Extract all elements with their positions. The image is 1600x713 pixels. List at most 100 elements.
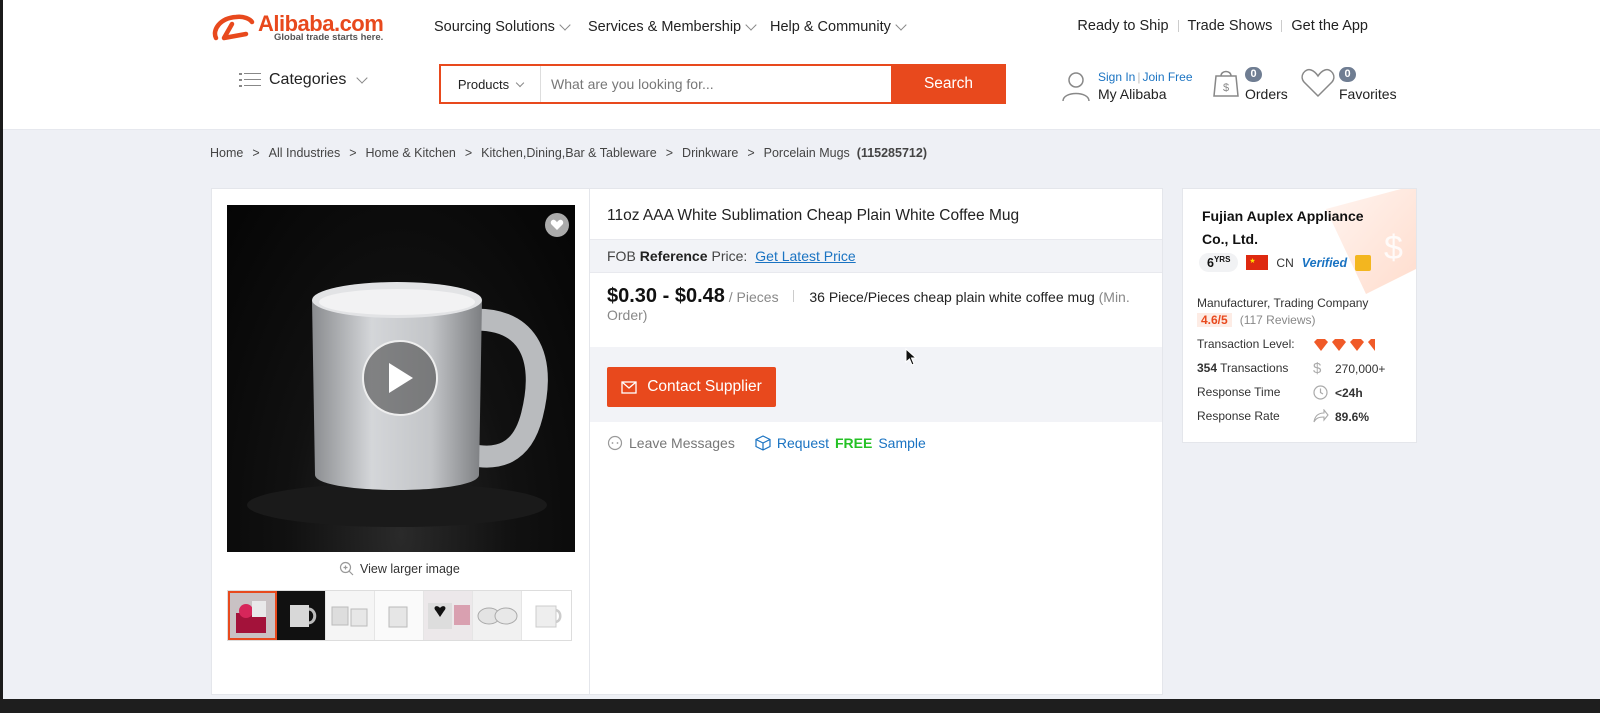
product-title: 11oz AAA White Sublimation Cheap Plain W…	[607, 207, 1020, 224]
response-rate-row: Response Rate 89.6%	[1197, 409, 1407, 427]
divider	[1281, 20, 1283, 32]
clock-icon	[1313, 385, 1328, 400]
site-header: Alibaba.com Global trade starts here. So…	[3, 0, 1600, 130]
thumbnail-2[interactable]	[277, 591, 326, 640]
mouse-cursor-icon	[905, 348, 917, 366]
sample-request-word: Request	[776, 435, 829, 451]
search-input[interactable]	[541, 66, 891, 102]
diamond-icons	[1314, 339, 1375, 351]
link-get-the-app[interactable]: Get the App	[1291, 18, 1368, 34]
alibaba-logo-icon	[212, 14, 255, 41]
transaction-level-diamonds	[1313, 338, 1379, 352]
transactions-count: 354	[1197, 361, 1218, 375]
nav-help-community[interactable]: Help & Community	[770, 18, 907, 35]
svg-text:$: $	[1223, 82, 1229, 94]
thumbnail-1[interactable]	[228, 591, 277, 640]
breadcrumb-separator: >	[665, 146, 674, 160]
chevron-down-icon	[745, 18, 757, 31]
get-latest-price-link[interactable]: Get Latest Price	[755, 248, 855, 264]
alibaba-logo[interactable]: Alibaba.com Global trade starts here.	[210, 10, 400, 44]
categories-label: Categories	[269, 71, 347, 88]
heart-icon	[1301, 68, 1335, 98]
categories-menu[interactable]: Categories	[239, 71, 369, 89]
link-trade-shows[interactable]: Trade Shows	[1188, 18, 1273, 34]
breadcrumb-item[interactable]: Home & Kitchen	[366, 146, 456, 160]
request-free-sample-link[interactable]: Request FREE Sample	[755, 435, 926, 451]
leave-messages-link[interactable]: Leave Messages	[607, 435, 735, 451]
product-card: View larger image 11oz AAA White Sublima…	[211, 188, 1163, 695]
transaction-level-label: Transaction Level:	[1197, 337, 1295, 351]
thumbnail-3[interactable]	[326, 591, 375, 640]
supplier-badges: 6YRS ★ CN Verified	[1199, 253, 1372, 273]
price-range: $0.30 - $0.48	[607, 285, 725, 307]
supplier-type: Manufacturer, Trading Company	[1197, 296, 1369, 310]
gold-supplier-icon[interactable]	[1355, 254, 1372, 271]
window-frame-bottom	[0, 699, 1600, 713]
breadcrumb-item[interactable]: Porcelain Mugs	[764, 146, 850, 160]
view-larger-image-link[interactable]: View larger image	[339, 561, 460, 576]
sample-word: Sample	[878, 435, 926, 451]
breadcrumb: Home > All Industries > Home & Kitchen > Ki…	[210, 146, 927, 160]
orders-label: Orders	[1245, 86, 1288, 102]
years-value: 6	[1207, 256, 1214, 271]
nav-label: Help & Community	[770, 19, 891, 35]
nav-label: Sourcing Solutions	[434, 19, 555, 35]
user-icon	[1062, 72, 1090, 102]
fob-label: FOB	[607, 248, 636, 264]
breadcrumb-separator: >	[464, 146, 473, 160]
breadcrumb-item[interactable]: Kitchen,Dining,Bar & Tableware	[481, 146, 657, 160]
breadcrumb-item[interactable]: Home	[210, 146, 243, 160]
join-free-link[interactable]: Join Free	[1142, 70, 1192, 84]
verified-badge[interactable]: Verified	[1302, 256, 1347, 270]
orders-link[interactable]: $ 0 Orders	[1211, 66, 1291, 106]
chevron-down-icon	[559, 18, 571, 31]
breadcrumb-item[interactable]: Drinkware	[682, 146, 738, 160]
thumbnail-image	[388, 606, 408, 628]
nav-services-membership[interactable]: Services & Membership	[588, 18, 757, 35]
response-rate-label: Response Rate	[1197, 409, 1280, 423]
thumbnail-strip	[227, 590, 572, 641]
search-bar: Products Search	[439, 64, 1006, 104]
response-time-label: Response Time	[1197, 385, 1281, 399]
my-alibaba-label: My Alibaba	[1098, 86, 1167, 102]
thumbnail-4[interactable]	[375, 591, 424, 640]
box-icon	[755, 435, 771, 451]
orders-bag-icon: $	[1213, 70, 1239, 97]
response-time-row: Response Time <24h	[1197, 385, 1407, 403]
contact-row: Contact Supplier	[590, 347, 1162, 422]
link-ready-to-ship[interactable]: Ready to Ship	[1077, 18, 1168, 34]
breadcrumb-item[interactable]: All Industries	[269, 146, 341, 160]
secondary-actions: Leave Messages Request FREE Sample	[607, 435, 926, 451]
search-category-value: Products	[457, 76, 510, 92]
transactions-label: Transactions	[1220, 361, 1289, 375]
thumbnail-7[interactable]	[522, 591, 571, 640]
thumbnail-5[interactable]	[424, 591, 473, 640]
heart-icon	[550, 219, 564, 230]
add-favorite-button[interactable]	[545, 213, 569, 237]
product-video[interactable]	[227, 205, 575, 552]
supplier-name[interactable]: Fujian Auplex Appliance Co., Ltd.	[1202, 205, 1392, 251]
breadcrumb-separator: >	[747, 146, 755, 160]
breadcrumb-separator: >	[252, 146, 260, 160]
play-button[interactable]	[362, 340, 438, 416]
search-category-select[interactable]: Products	[441, 66, 541, 102]
country-code: CN	[1276, 255, 1294, 270]
sample-free-word: FREE	[835, 435, 873, 451]
thumbnail-image	[428, 603, 470, 629]
fob-reference-label: Reference	[639, 248, 708, 264]
thumbnail-image	[477, 607, 518, 625]
chat-bubble-icon	[607, 435, 623, 451]
min-order: 36 Piece/Pieces cheap plain white coffee…	[809, 289, 1095, 305]
contact-supplier-label: Contact Supplier	[647, 378, 762, 395]
response-time-value: <24h	[1335, 386, 1363, 400]
thumbnail-6[interactable]	[473, 591, 522, 640]
contact-supplier-button[interactable]: Contact Supplier	[607, 367, 776, 407]
account-menu[interactable]: Sign In | Join Free My Alibaba	[1061, 68, 1201, 104]
nav-sourcing-solutions[interactable]: Sourcing Solutions	[434, 18, 571, 35]
sign-in-link[interactable]: Sign In	[1098, 70, 1135, 84]
china-flag-icon: ★	[1246, 255, 1269, 271]
favorites-link[interactable]: 0 Favorites	[1301, 66, 1401, 106]
zoom-icon	[339, 561, 354, 576]
search-button[interactable]: Search	[891, 64, 1006, 104]
review-count[interactable]: (117 Reviews)	[1240, 313, 1316, 327]
